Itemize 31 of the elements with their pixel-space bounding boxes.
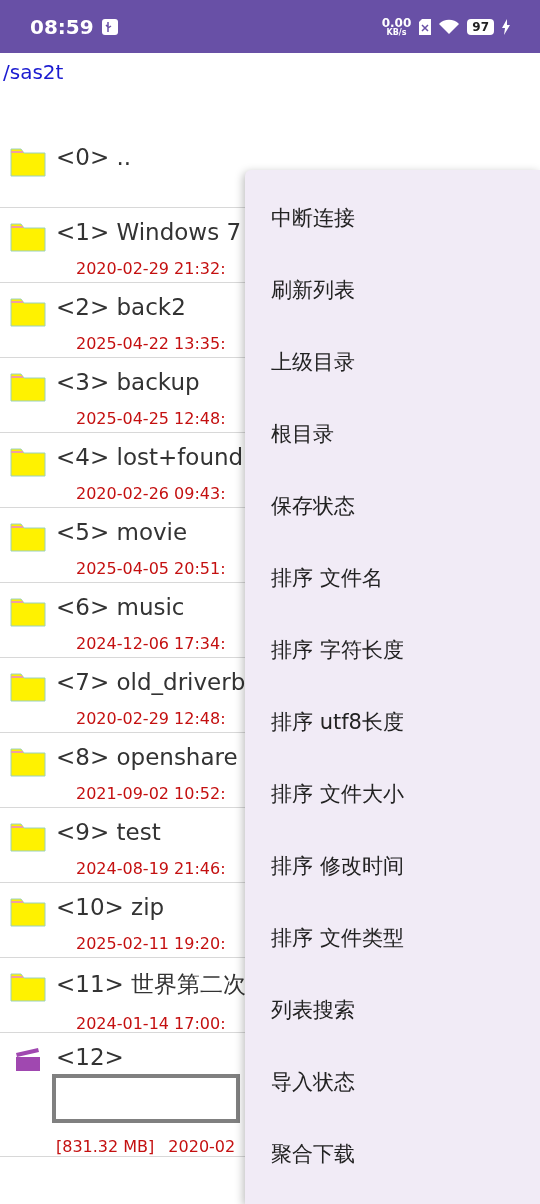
file-name: <8> openshare xyxy=(56,744,238,770)
file-date: 2020-02-29 21:32: xyxy=(76,259,226,278)
file-date: 2020-02-26 09:43: xyxy=(76,484,226,503)
file-name: <9> test xyxy=(56,819,161,845)
file-name: <0> .. xyxy=(56,144,132,170)
file-date: 2024-01-14 17:00: xyxy=(76,1014,226,1033)
file-name: <3> backup xyxy=(56,369,200,395)
network-speed: 0.00 xyxy=(381,16,412,29)
file-name: <4> lost+found xyxy=(56,444,244,470)
clock: 08:59 xyxy=(30,14,94,39)
file-size: [831.32 MB] xyxy=(56,1137,155,1156)
file-name: <10> zip xyxy=(56,894,165,920)
file-name: <1> Windows 7 xyxy=(56,219,242,245)
file-date: 2021-09-02 10:52: xyxy=(76,784,226,803)
file-name: <2> back2 xyxy=(56,294,186,320)
file-name: <6> music xyxy=(56,594,185,620)
file-date: 2024-12-06 17:34: xyxy=(76,634,226,653)
battery-level: 97 xyxy=(467,18,494,35)
current-path: /sas2t xyxy=(2,59,65,86)
file-name: <11> 世界第二次 xyxy=(56,970,247,999)
file-date: 2020-02-29 12:48: xyxy=(76,709,226,728)
file-date: 2025-04-05 20:51: xyxy=(76,559,226,578)
file-name: <7> old_driverb xyxy=(56,669,246,695)
file-name: <12> xyxy=(56,1044,124,1070)
speed-unit: KB/s xyxy=(386,28,407,37)
file-name: <5> movie xyxy=(56,519,188,545)
file-date: 2025-04-25 12:48: xyxy=(76,409,226,428)
file-date: 2025-04-22 13:35: xyxy=(76,334,226,353)
file-date: 2024-08-19 21:46: xyxy=(76,859,226,878)
file-date: 2025-02-11 19:20: xyxy=(76,934,226,953)
file-date: 2020-02 xyxy=(168,1137,236,1156)
